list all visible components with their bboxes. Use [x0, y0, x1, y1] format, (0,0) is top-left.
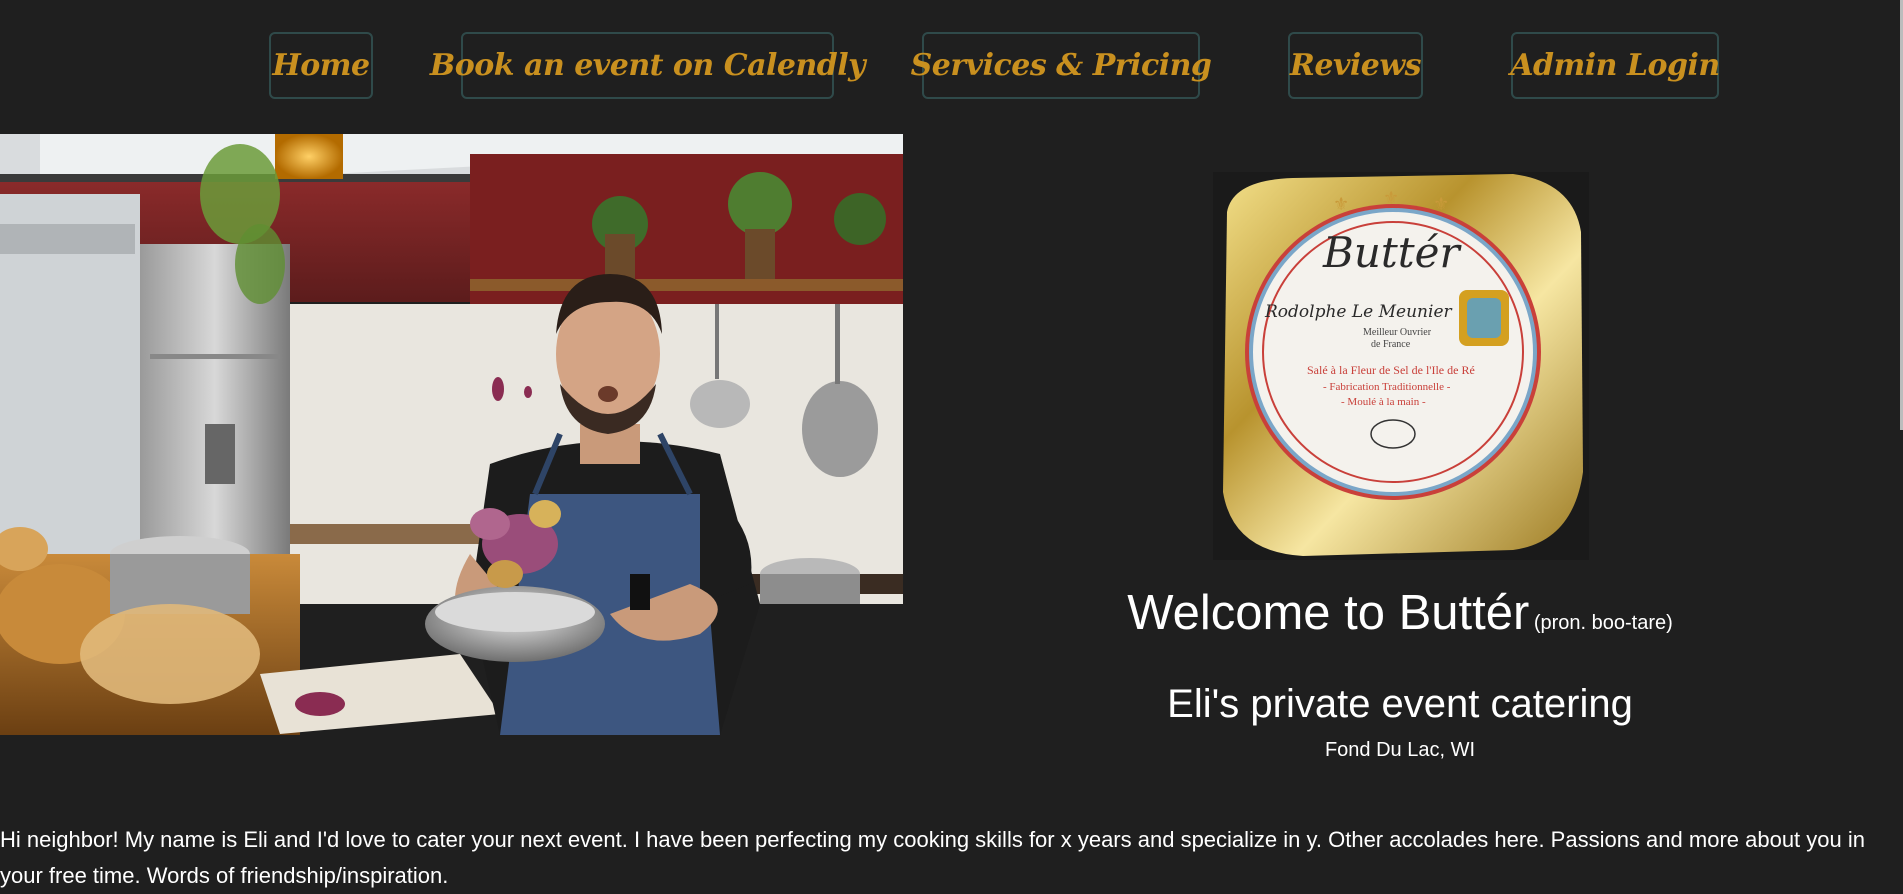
butter-line1: Salé à la Fleur de Sel de l'Ile de Ré [1307, 363, 1475, 377]
location-text: Fond Du Lac, WI [1324, 739, 1476, 761]
pronunciation-note: (pron. boo-tare) [1533, 612, 1673, 634]
top-nav: Home Book an event on Calendly Services … [0, 32, 1903, 102]
butter-line3: - Moulé à la main - [1341, 396, 1426, 408]
welcome-title: Welcome to Buttér [1127, 586, 1530, 640]
butter-title-line2: de France [1371, 339, 1411, 350]
nav-services-pricing-button[interactable]: Services & Pricing [911, 32, 1212, 99]
nav-book-calendly-button[interactable]: Book an event on Calendly [430, 32, 866, 99]
fleur-de-lis-icon: ⚜ [1333, 194, 1349, 215]
page-subtitle: Eli's private event catering [1167, 682, 1633, 726]
chef-kitchen-photo [0, 134, 903, 735]
butter-brand-text: Buttér [1322, 228, 1463, 277]
intro-paragraph: Hi neighbor! My name is Eli and I'd love… [0, 827, 1865, 888]
butter-signature-text: Rodolphe Le Meunier [1264, 302, 1453, 322]
nav-home-button[interactable]: Home [269, 32, 373, 99]
butter-package-photo: ⚜ ⚜ ⚜ Buttér Rodolphe Le Meunier Meilleu… [1213, 172, 1589, 560]
welcome-heading: Welcome to Buttér (pron. boo-tare) [960, 585, 1840, 641]
nav-admin-login-button[interactable]: Admin Login [1510, 32, 1720, 99]
fleur-de-lis-icon: ⚜ [1433, 194, 1449, 215]
butter-title-line1: Meilleur Ouvrier [1363, 327, 1432, 338]
nav-reviews-button[interactable]: Reviews [1288, 32, 1423, 99]
fleur-de-lis-icon: ⚜ [1383, 188, 1399, 209]
butter-line2: - Fabrication Traditionnelle - [1323, 381, 1451, 393]
